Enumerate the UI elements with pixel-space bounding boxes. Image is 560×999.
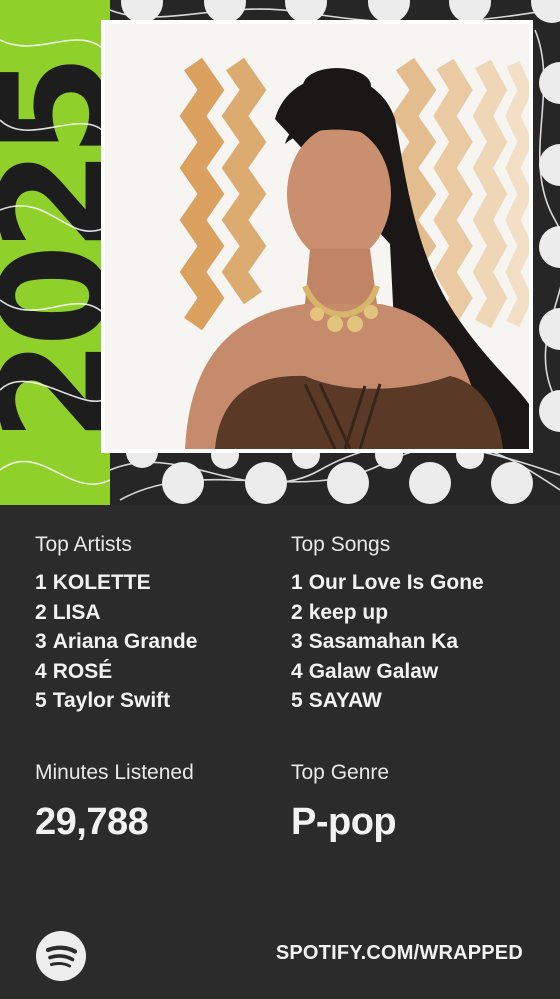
- top-songs-label: Top Songs: [291, 533, 391, 556]
- list-item: 2 LISA: [35, 600, 101, 624]
- list-item: 5 Taylor Swift: [35, 689, 171, 712]
- list-item: 4 Galaw Galaw: [291, 659, 439, 683]
- top-songs-section: Top Songs 1 Our Love Is Gone 2 keep up 3 Sa…: [291, 532, 541, 716]
- minutes-section: Minutes Listened 29,788: [35, 760, 285, 844]
- song-name: keep up: [308, 600, 389, 624]
- artist-name: KOLETTE: [52, 571, 151, 594]
- artist-name: LISA: [52, 600, 101, 624]
- top-songs-list: 1 Our Love Is Gone 2 keep up 3 Sasamahan Ka…: [291, 568, 541, 716]
- artist-name: Taylor Swift: [52, 689, 171, 712]
- song-name: Sasamahan Ka: [308, 630, 459, 653]
- list-item: 3 Sasamahan Ka: [291, 630, 459, 653]
- top-artists-list: 1 KOLETTE 2 LISA 3 Ariana Grande 4 ROSÉ 5 Tay…: [35, 568, 285, 716]
- genre-label: Top Genre: [291, 761, 390, 784]
- genre-value: P-pop: [291, 801, 397, 843]
- list-item: 1 Our Love Is Gone: [291, 571, 484, 594]
- wrapped-card: 2025 Top Artists 1 KOLETTE 2 LISA 3 Aria…: [0, 0, 560, 999]
- artist-photo-illustration: [105, 24, 529, 449]
- artist-photo: [101, 20, 533, 453]
- song-name: Our Love Is Gone: [308, 571, 484, 594]
- minutes-label: Minutes Listened: [35, 761, 194, 784]
- song-name: SAYAW: [308, 689, 382, 712]
- genre-section: Top Genre P-pop: [291, 760, 541, 844]
- year-strip: 2025: [0, 0, 110, 505]
- scribble-lines: [0, 39, 110, 485]
- list-item: 5 SAYAW: [291, 689, 382, 712]
- list-item: 2 keep up: [291, 600, 389, 624]
- list-item: 1 KOLETTE: [35, 571, 151, 594]
- wrapped-url-link[interactable]: SPOTIFY.COM/WRAPPED: [276, 942, 523, 965]
- list-item: 3 Ariana Grande: [35, 630, 198, 653]
- song-name: Galaw Galaw: [308, 659, 439, 683]
- minutes-value: 29,788: [35, 801, 149, 843]
- top-artists-section: Top Artists 1 KOLETTE 2 LISA 3 Ariana Grand…: [35, 532, 285, 716]
- artist-name: Ariana Grande: [52, 630, 198, 653]
- header-artwork: 2025: [0, 0, 560, 505]
- artist-name: ROSÉ: [52, 659, 113, 683]
- spotify-icon[interactable]: [36, 931, 86, 981]
- list-item: 4 ROSÉ: [35, 659, 113, 683]
- top-artists-label: Top Artists: [35, 533, 132, 556]
